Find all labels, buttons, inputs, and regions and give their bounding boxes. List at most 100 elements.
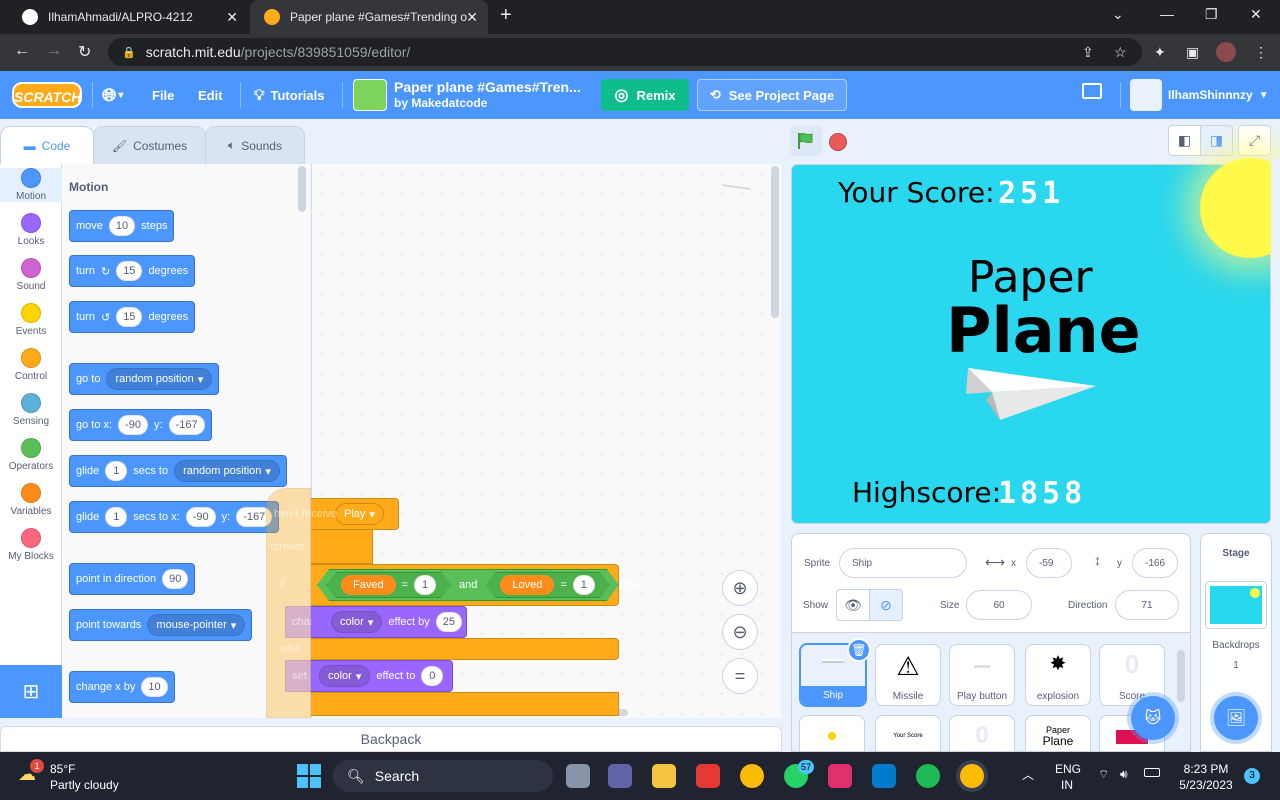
variable-faved[interactable]: Faved xyxy=(341,575,396,595)
block-set-effect[interactable]: color ▾ effect to 0 xyxy=(311,660,453,692)
delete-sprite-button[interactable]: 🗑︎ xyxy=(847,638,871,662)
category-sound[interactable]: Sound xyxy=(0,258,62,292)
language-globe-icon[interactable]: 🌐︎ ▾ xyxy=(102,71,123,119)
block-dropdown[interactable]: random position ▾ xyxy=(174,460,280,482)
project-author[interactable]: by Makedatcode xyxy=(394,96,487,110)
see-project-page-button[interactable]: ⟲ See Project Page xyxy=(697,79,847,111)
add-sprite-button[interactable]: 🐱︎ xyxy=(1131,696,1175,740)
block-input[interactable]: 15 xyxy=(116,307,143,327)
instagram-icon[interactable] xyxy=(828,764,852,788)
spotify-icon[interactable] xyxy=(916,764,940,788)
battery-icon[interactable] xyxy=(1144,768,1160,777)
script-vertical-scrollbar[interactable] xyxy=(771,166,779,318)
block-input[interactable]: -167 xyxy=(168,415,205,435)
category-sensing[interactable]: Sensing xyxy=(0,393,62,427)
share-icon[interactable]: ⇪ xyxy=(1082,44,1094,61)
windows-start-icon[interactable] xyxy=(297,764,321,788)
block-change-x[interactable]: change x by 10 xyxy=(69,671,175,703)
close-tab-icon[interactable]: ✕ xyxy=(226,9,238,26)
block-if-else[interactable]: Faved = 1 and Loved = 1 then xyxy=(311,564,646,606)
tab-costumes[interactable]: 🖌︎ Costumes xyxy=(93,126,206,164)
sprite-tile[interactable]: 0 xyxy=(949,715,1015,752)
tab-search-icon[interactable]: ⌄ xyxy=(1112,6,1124,23)
close-tab-icon[interactable]: ✕ xyxy=(466,9,478,26)
project-thumbnail[interactable] xyxy=(353,79,387,111)
tab-code[interactable]: ▬ Code xyxy=(0,126,94,165)
wifi-icon[interactable]: ⌔ xyxy=(1098,767,1109,782)
clock-time[interactable]: 8:23 PM xyxy=(1176,762,1236,776)
vscode-icon[interactable] xyxy=(872,764,896,788)
backdrop-thumbnail[interactable] xyxy=(1205,581,1267,629)
block-turn-right[interactable]: turn ↻ 15 degrees xyxy=(69,255,196,287)
block-dropdown[interactable]: color ▾ xyxy=(331,611,383,633)
edit-menu[interactable]: Edit xyxy=(198,71,223,119)
language-primary[interactable]: ENG xyxy=(1055,762,1081,776)
block-equals[interactable]: Faved = 1 xyxy=(326,572,451,598)
tab-sounds[interactable]: 🔈︎ Sounds xyxy=(205,126,305,164)
block-glide-xy[interactable]: glide 1 secs to x: -90 y: -167 xyxy=(69,501,280,533)
block-input[interactable]: 10 xyxy=(141,677,168,697)
block-if-else-bottom[interactable] xyxy=(311,692,619,716)
block-input[interactable]: -90 xyxy=(118,415,148,435)
block-dropdown[interactable]: random position ▾ xyxy=(106,368,213,390)
file-explorer-icon[interactable] xyxy=(652,764,676,788)
large-stage-button[interactable]: ◨ xyxy=(1200,125,1233,156)
notification-badge[interactable]: 3 xyxy=(1244,768,1260,784)
file-menu[interactable]: File xyxy=(152,71,174,119)
direction-input[interactable]: 71 xyxy=(1115,590,1179,620)
sprite-tile[interactable] xyxy=(799,715,865,752)
weather-desc[interactable]: Partly cloudy xyxy=(50,778,119,792)
browser-tab-scratch[interactable]: Paper plane #Games#Trending o ✕ xyxy=(250,0,488,34)
chevron-up-icon[interactable]: ︿ xyxy=(1022,766,1034,783)
zoom-in-button[interactable]: ⊕ xyxy=(722,570,758,606)
backpack[interactable]: Backpack xyxy=(0,726,782,752)
block-go-to[interactable]: go to random position ▾ xyxy=(69,363,220,395)
taskbar-search[interactable]: 🔍︎ Search xyxy=(333,760,553,792)
remix-button[interactable]: ◎ Remix xyxy=(601,79,689,111)
category-my-blocks[interactable]: My Blocks xyxy=(0,528,62,562)
block-input[interactable]: 1 xyxy=(105,507,128,527)
block-turn-left[interactable]: turn ↺ 15 degrees xyxy=(69,301,196,333)
block-input[interactable]: 1 xyxy=(573,575,595,595)
add-backdrop-button[interactable]: 🖼︎ xyxy=(1214,696,1258,740)
variable-loved[interactable]: Loved xyxy=(500,575,554,595)
profile-avatar[interactable] xyxy=(1216,42,1236,62)
reload-icon[interactable]: ↻ xyxy=(78,42,91,62)
sprite-tile[interactable]: Your Score xyxy=(875,715,941,752)
bookmark-star-icon[interactable]: ☆ xyxy=(1114,44,1127,61)
small-stage-button[interactable]: ◧ xyxy=(1168,125,1201,156)
block-dropdown[interactable]: mouse-pointer ▾ xyxy=(147,614,246,636)
teams-icon[interactable] xyxy=(608,764,632,788)
size-input[interactable]: 60 xyxy=(966,590,1032,620)
block-input[interactable]: 1 xyxy=(105,461,128,481)
block-input[interactable]: 25 xyxy=(435,612,463,632)
sprite-list-scrollbar[interactable] xyxy=(1177,650,1185,702)
sprite-tile[interactable]: Paper Plane xyxy=(1025,715,1091,752)
extensions-icon[interactable]: ✦ xyxy=(1154,44,1166,61)
chrome-icon[interactable] xyxy=(740,764,764,788)
block-input[interactable]: 15 xyxy=(116,261,143,281)
avatar[interactable] xyxy=(1130,79,1162,111)
restore-icon[interactable]: ❐ xyxy=(1205,6,1218,23)
block-input[interactable]: 1 xyxy=(414,575,436,595)
chrome-profile-icon[interactable] xyxy=(960,764,984,788)
sprite-tile-explosion[interactable]: ✸ explosion xyxy=(1025,644,1091,706)
stop-button[interactable] xyxy=(829,133,847,151)
sprite-name-input[interactable]: Ship xyxy=(839,548,967,578)
block-dropdown[interactable]: color ▾ xyxy=(319,665,371,687)
block-input[interactable]: 0 xyxy=(421,666,444,686)
block-and[interactable]: Faved = 1 and Loved = 1 xyxy=(317,569,619,601)
block-else-arm[interactable] xyxy=(311,638,619,660)
palette-scrollbar[interactable] xyxy=(298,166,306,212)
block-point-direction[interactable]: point in direction 90 xyxy=(69,563,196,595)
zoom-reset-button[interactable]: = xyxy=(722,658,758,694)
tutorials-button[interactable]: 💡︎ Tutorials xyxy=(254,71,324,119)
menu-kebab-icon[interactable]: ⋮ xyxy=(1254,44,1268,61)
sidepanel-icon[interactable]: ▣ xyxy=(1186,44,1199,61)
sprite-tile-play-button[interactable]: Play button xyxy=(949,644,1015,706)
block-input[interactable]: -90 xyxy=(185,507,216,527)
category-control[interactable]: Control xyxy=(0,348,62,382)
block-glide-to[interactable]: glide 1 secs to random position ▾ xyxy=(69,455,287,487)
new-tab-icon[interactable]: + xyxy=(500,4,512,27)
block-dropdown[interactable]: Play ▾ xyxy=(335,503,384,525)
